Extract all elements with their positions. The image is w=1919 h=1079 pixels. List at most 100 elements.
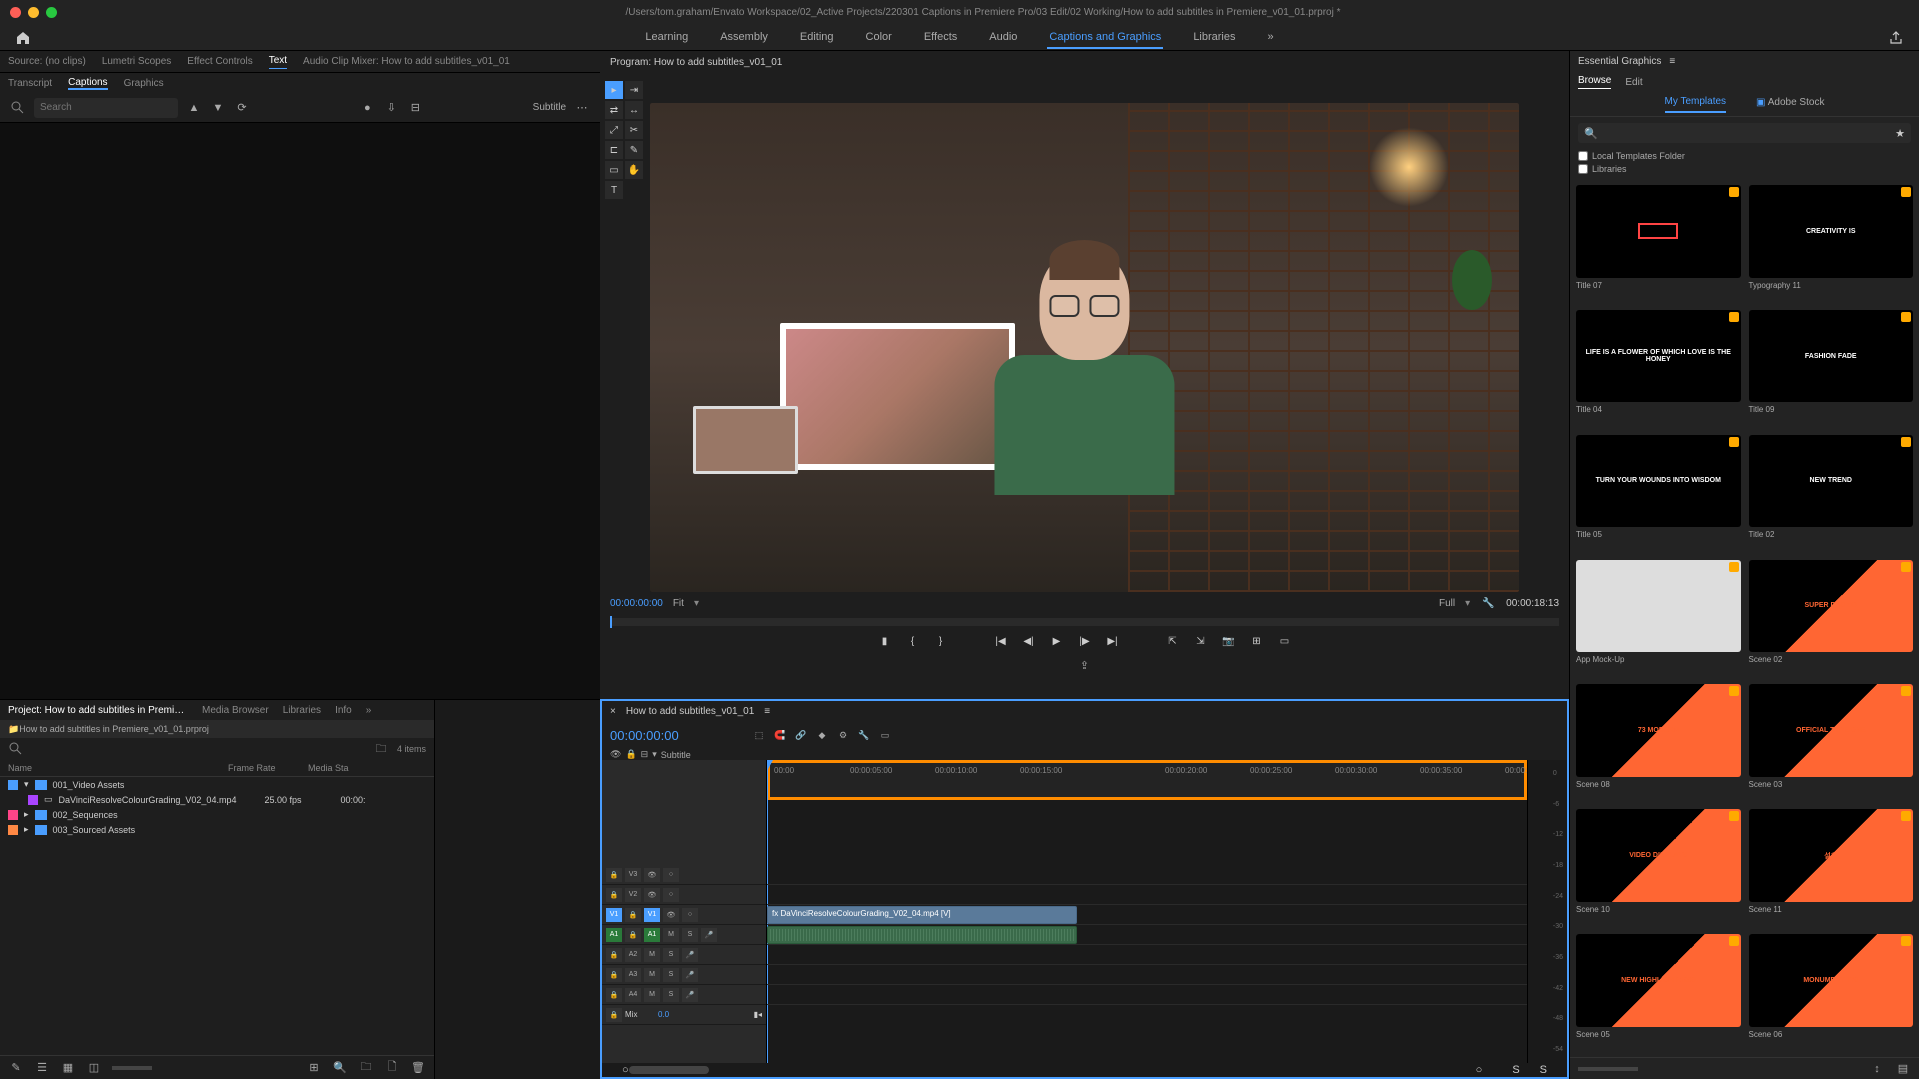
filter-local-checkbox[interactable]: Local Templates Folder — [1578, 151, 1911, 161]
home-icon[interactable] — [15, 30, 31, 46]
solo-label[interactable]: S — [1512, 1064, 1519, 1076]
type-tool-icon[interactable]: T — [605, 181, 623, 199]
wrench-icon[interactable]: 🔧 — [1480, 596, 1496, 612]
track-header-a2[interactable]: 🔒 A2 M S 🎤 — [602, 945, 766, 965]
template-thumbnail[interactable]: MONUMENT 770 — [1749, 934, 1914, 1027]
track-voice-icon[interactable]: 🎤 — [682, 968, 698, 982]
track-label[interactable]: A3 — [625, 968, 641, 982]
snap-icon[interactable]: 🧲 — [771, 726, 789, 744]
tab-source[interactable]: Source: (no clips) — [8, 56, 86, 67]
track-mute-icon[interactable]: M — [644, 988, 660, 1002]
track-label[interactable]: A1 — [644, 928, 660, 942]
caption-refresh-icon[interactable]: ⟳ — [234, 100, 250, 116]
timeline-timecode[interactable]: 00:00:00:00 — [610, 728, 750, 743]
track-lane-a2[interactable] — [767, 945, 1527, 965]
maximize-window-button[interactable] — [46, 7, 57, 18]
workspace-learning[interactable]: Learning — [643, 27, 690, 49]
workspace-color[interactable]: Color — [864, 27, 894, 49]
captions-search-input[interactable] — [40, 102, 172, 113]
subtab-adobe-stock[interactable]: ▣ Adobe Stock — [1756, 97, 1824, 112]
track-header-a4[interactable]: 🔒 A4 M S 🎤 — [602, 985, 766, 1005]
play-icon[interactable]: ▶ — [1049, 634, 1065, 650]
caption-record-icon[interactable]: ● — [359, 100, 375, 116]
template-item[interactable]: MONUMENT 770Scene 06 — [1749, 934, 1914, 1051]
template-thumbnail[interactable]: NEW TREND — [1749, 435, 1914, 528]
col-framerate[interactable]: Frame Rate — [228, 763, 308, 773]
caption-prev-icon[interactable]: ▲ — [186, 100, 202, 116]
track-solo-icon[interactable]: S — [663, 988, 679, 1002]
eg-search-input[interactable] — [1604, 126, 1889, 141]
step-back-icon[interactable]: ◀| — [1021, 634, 1037, 650]
new-bin-icon[interactable]: 🗀 — [358, 1060, 374, 1076]
template-thumbnail[interactable]: OFFICIAL TYPE ONE — [1749, 684, 1914, 777]
auto-sequence-icon[interactable]: ⊞ — [306, 1060, 322, 1076]
eg-more-icon[interactable]: ▤ — [1895, 1061, 1911, 1077]
program-viewer[interactable] — [650, 103, 1519, 592]
template-thumbnail[interactable] — [1576, 560, 1741, 653]
scroll-handle-left[interactable]: ○ — [622, 1064, 629, 1076]
template-thumbnail[interactable]: FASHION FADE — [1749, 310, 1914, 403]
go-to-out-icon[interactable]: ▶| — [1105, 634, 1121, 650]
hand-tool-icon[interactable]: ✋ — [625, 161, 643, 179]
wrench-icon[interactable]: 🔧 — [855, 726, 873, 744]
track-lock-icon[interactable]: 🔒 — [606, 988, 622, 1002]
template-item[interactable]: VIDEO DISPLAYSScene 10 — [1576, 809, 1741, 926]
track-lane-v3[interactable] — [767, 865, 1527, 885]
favorite-icon[interactable]: ★ — [1895, 127, 1905, 140]
workspace-editing[interactable]: Editing — [798, 27, 836, 49]
close-window-button[interactable] — [10, 7, 21, 18]
workspace-captions-graphics[interactable]: Captions and Graphics — [1047, 27, 1163, 49]
tracks-area[interactable]: 00:00 00:00:05:00 00:00:10:00 00:00:15:0… — [767, 760, 1527, 1063]
template-item[interactable]: NEW TRENDTitle 02 — [1749, 435, 1914, 552]
lift-icon[interactable]: ⇱ — [1165, 634, 1181, 650]
tab-project[interactable]: Project: How to add subtitles in Premier… — [8, 705, 188, 716]
rate-tool-icon[interactable]: ⤢ — [605, 121, 623, 139]
template-item[interactable]: TURN YOUR WOUNDS INTO WISDOMTitle 05 — [1576, 435, 1741, 552]
mark-out-icon[interactable]: } — [933, 634, 949, 650]
track-header-a3[interactable]: 🔒 A3 M S 🎤 — [602, 965, 766, 985]
add-marker-icon[interactable]: ▮ — [877, 634, 893, 650]
zoom-slider[interactable] — [112, 1066, 152, 1070]
track-mute-icon[interactable]: M — [644, 948, 660, 962]
razor-tool-icon[interactable]: ✂ — [625, 121, 643, 139]
track-voice-icon[interactable]: 🎤 — [701, 928, 717, 942]
template-item[interactable]: SUPER PROMOScene 02 — [1749, 560, 1914, 677]
audio-clip[interactable] — [767, 926, 1077, 944]
track-header-mix[interactable]: 🔒 Mix 0.0 ▮◂ — [602, 1005, 766, 1025]
tab-libraries[interactable]: Libraries — [283, 705, 321, 716]
sort-icon[interactable]: ↕ — [1869, 1061, 1885, 1077]
filter-libraries-checkbox[interactable]: Libraries — [1578, 164, 1911, 174]
selection-tool-icon[interactable]: ▸ — [605, 81, 623, 99]
template-item[interactable]: LIFE IS A FLOWER OF WHICH LOVE IS THE HO… — [1576, 310, 1741, 427]
tab-edit[interactable]: Edit — [1625, 77, 1642, 88]
template-item[interactable]: CREATIVITY ISTypography 11 — [1749, 185, 1914, 302]
minimize-window-button[interactable] — [28, 7, 39, 18]
fit-dropdown[interactable]: Fit — [673, 598, 684, 609]
track-output-icon[interactable]: ○ — [663, 888, 679, 902]
track-toggle-icon[interactable]: 👁 — [644, 888, 660, 902]
template-item[interactable]: OFFICIAL TYPE ONEScene 03 — [1749, 684, 1914, 801]
find-icon[interactable]: 🔍 — [332, 1060, 348, 1076]
panel-menu-icon[interactable]: ≡ — [764, 706, 770, 717]
workspace-audio[interactable]: Audio — [987, 27, 1019, 49]
tab-text[interactable]: Text — [269, 55, 287, 69]
list-view-icon[interactable]: ☰ — [34, 1060, 50, 1076]
lock-icon[interactable]: 🔒 — [625, 749, 636, 760]
caption-split-icon[interactable]: ⊟ — [407, 100, 423, 116]
scrollbar-thumb[interactable] — [629, 1066, 709, 1074]
rolling-tool-icon[interactable]: ↔ — [625, 101, 643, 119]
mark-in-icon[interactable]: { — [905, 634, 921, 650]
track-lock-icon[interactable]: 🔒 — [606, 948, 622, 962]
project-bin-icon[interactable]: 🗀 — [373, 741, 389, 757]
workspace-overflow-icon[interactable]: » — [1266, 27, 1276, 49]
eg-search-box[interactable]: 🔍 ★ — [1578, 123, 1911, 143]
cc-icon[interactable]: ▭ — [876, 726, 894, 744]
track-lane-v2[interactable] — [767, 885, 1527, 905]
template-thumbnail[interactable]: 설치 — [1749, 809, 1914, 902]
track-lock-icon[interactable]: 🔒 — [606, 968, 622, 982]
track-header-a1[interactable]: A1 🔒 A1 M S 🎤 — [602, 925, 766, 945]
freeform-view-icon[interactable]: ◫ — [86, 1060, 102, 1076]
track-lane-v1[interactable]: fx DaVinciResolveColourGrading_V02_04.mp… — [767, 905, 1527, 925]
tab-browse[interactable]: Browse — [1578, 75, 1611, 89]
track-header-v1[interactable]: V1 🔒 V1 👁 ○ — [602, 905, 766, 925]
